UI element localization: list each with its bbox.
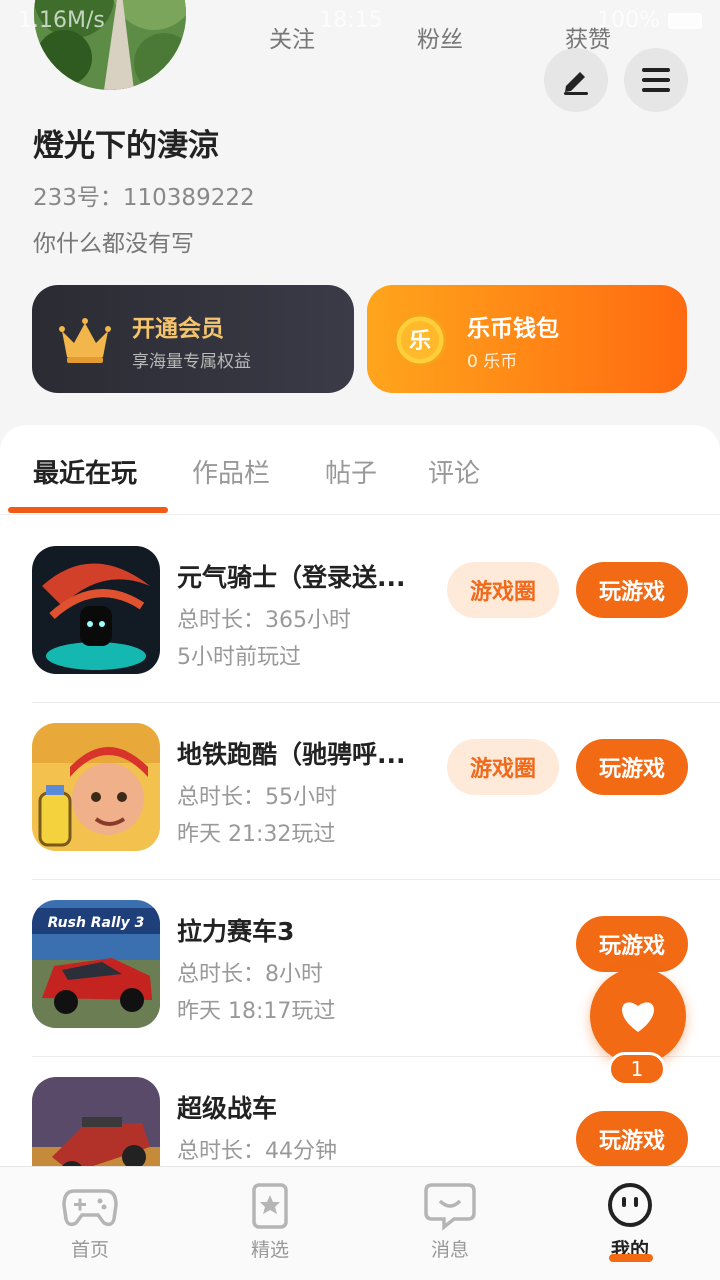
nav-messages-label: 消息 — [430, 1239, 469, 1261]
likes-label[interactable]: 获赞 — [538, 20, 638, 54]
tab-works[interactable]: 作品栏 — [192, 453, 270, 490]
heart-icon — [622, 1002, 654, 1032]
game-name: 地铁跑酷（驰骋呼... — [177, 740, 406, 769]
bottom-nav-bar: 首页 精选 消息 我的 — [0, 1166, 720, 1280]
game-playtime: 总时长：365小时 — [177, 608, 351, 633]
nav-home-label: 首页 — [70, 1239, 109, 1261]
game-icon-soul-knight[interactable] — [32, 546, 160, 674]
nav-messages[interactable]: 消息 — [390, 1181, 510, 1262]
wallet-balance: 0 乐币 — [467, 352, 518, 372]
game-circle-button[interactable]: 游戏圈 — [447, 562, 559, 618]
floating-like-button[interactable] — [590, 968, 686, 1064]
nav-home[interactable]: 首页 — [30, 1181, 150, 1262]
game-last-played: 昨天 21:32玩过 — [177, 822, 336, 847]
hamburger-menu-icon — [642, 68, 670, 92]
face-icon — [608, 1183, 652, 1227]
chat-smile-icon — [424, 1183, 476, 1231]
game-name: 元气骑士（登录送... — [177, 563, 406, 592]
game-name: 拉力赛车3 — [177, 917, 295, 946]
tab-bar: 最近在玩 作品栏 帖子 评论 — [0, 425, 720, 515]
tab-active-indicator — [8, 507, 168, 513]
play-game-button[interactable]: 玩游戏 — [576, 1111, 688, 1167]
coin-icon: 乐 — [393, 313, 447, 367]
game-last-played: 昨天 18:17玩过 — [177, 999, 336, 1024]
edit-profile-button[interactable] — [544, 48, 608, 112]
pencil-icon — [564, 72, 588, 95]
wallet-title: 乐币钱包 — [467, 316, 559, 342]
profile-nickname: 燈光下的淒涼 — [33, 128, 219, 164]
game-icon-subway-surfers[interactable] — [32, 723, 160, 851]
menu-button[interactable] — [624, 48, 688, 112]
like-count-badge: 1 — [608, 1052, 666, 1086]
profile-bio[interactable]: 你什么都没有写 — [33, 224, 194, 258]
fans-label[interactable]: 粉丝 — [390, 20, 490, 54]
vip-card[interactable]: 开通会员 享海量专属权益 — [32, 285, 354, 393]
profile-uid[interactable]: 233号：110389222 — [33, 178, 255, 212]
gamepad-icon — [62, 1189, 118, 1227]
game-circle-button[interactable]: 游戏圈 — [447, 739, 559, 795]
game-name: 超级战车 — [177, 1094, 278, 1123]
play-game-button[interactable]: 玩游戏 — [576, 562, 688, 618]
following-label[interactable]: 关注 — [242, 20, 342, 54]
wallet-card[interactable]: 乐 乐币钱包 0 乐币 — [367, 285, 687, 393]
game-row[interactable]: 地铁跑酷（驰骋呼... 总时长：55小时 昨天 21:32玩过 游戏圈 玩游戏 — [0, 703, 720, 880]
avatar[interactable] — [34, 0, 186, 90]
star-bookmark-icon — [252, 1183, 288, 1229]
game-playtime: 总时长：55小时 — [177, 785, 337, 810]
nav-featured-label: 精选 — [250, 1239, 289, 1261]
play-game-button[interactable]: 玩游戏 — [576, 739, 688, 795]
nav-mine[interactable]: 我的 — [570, 1181, 690, 1262]
game-last-played: 5小时前玩过 — [177, 645, 301, 670]
vip-subtitle: 享海量专属权益 — [132, 352, 251, 372]
tab-posts[interactable]: 帖子 — [325, 453, 377, 490]
tab-recent[interactable]: 最近在玩 — [33, 453, 137, 490]
vip-title: 开通会员 — [132, 316, 224, 342]
game-playtime: 总时长：44分钟 — [177, 1139, 337, 1164]
tab-comments[interactable]: 评论 — [428, 453, 480, 490]
game-playtime: 总时长：8小时 — [177, 962, 323, 987]
nav-featured[interactable]: 精选 — [210, 1181, 330, 1262]
game-row[interactable]: 元气骑士（登录送... 总时长：365小时 5小时前玩过 游戏圈 玩游戏 — [0, 526, 720, 703]
nav-active-indicator — [609, 1254, 653, 1262]
game-icon-rush-rally[interactable]: Rush Rally 3 — [32, 900, 160, 1028]
crown-icon — [59, 318, 111, 363]
game-icon-label: Rush Rally 3 — [48, 915, 145, 931]
play-game-button[interactable]: 玩游戏 — [576, 916, 688, 972]
coin-char: 乐 — [409, 329, 431, 354]
